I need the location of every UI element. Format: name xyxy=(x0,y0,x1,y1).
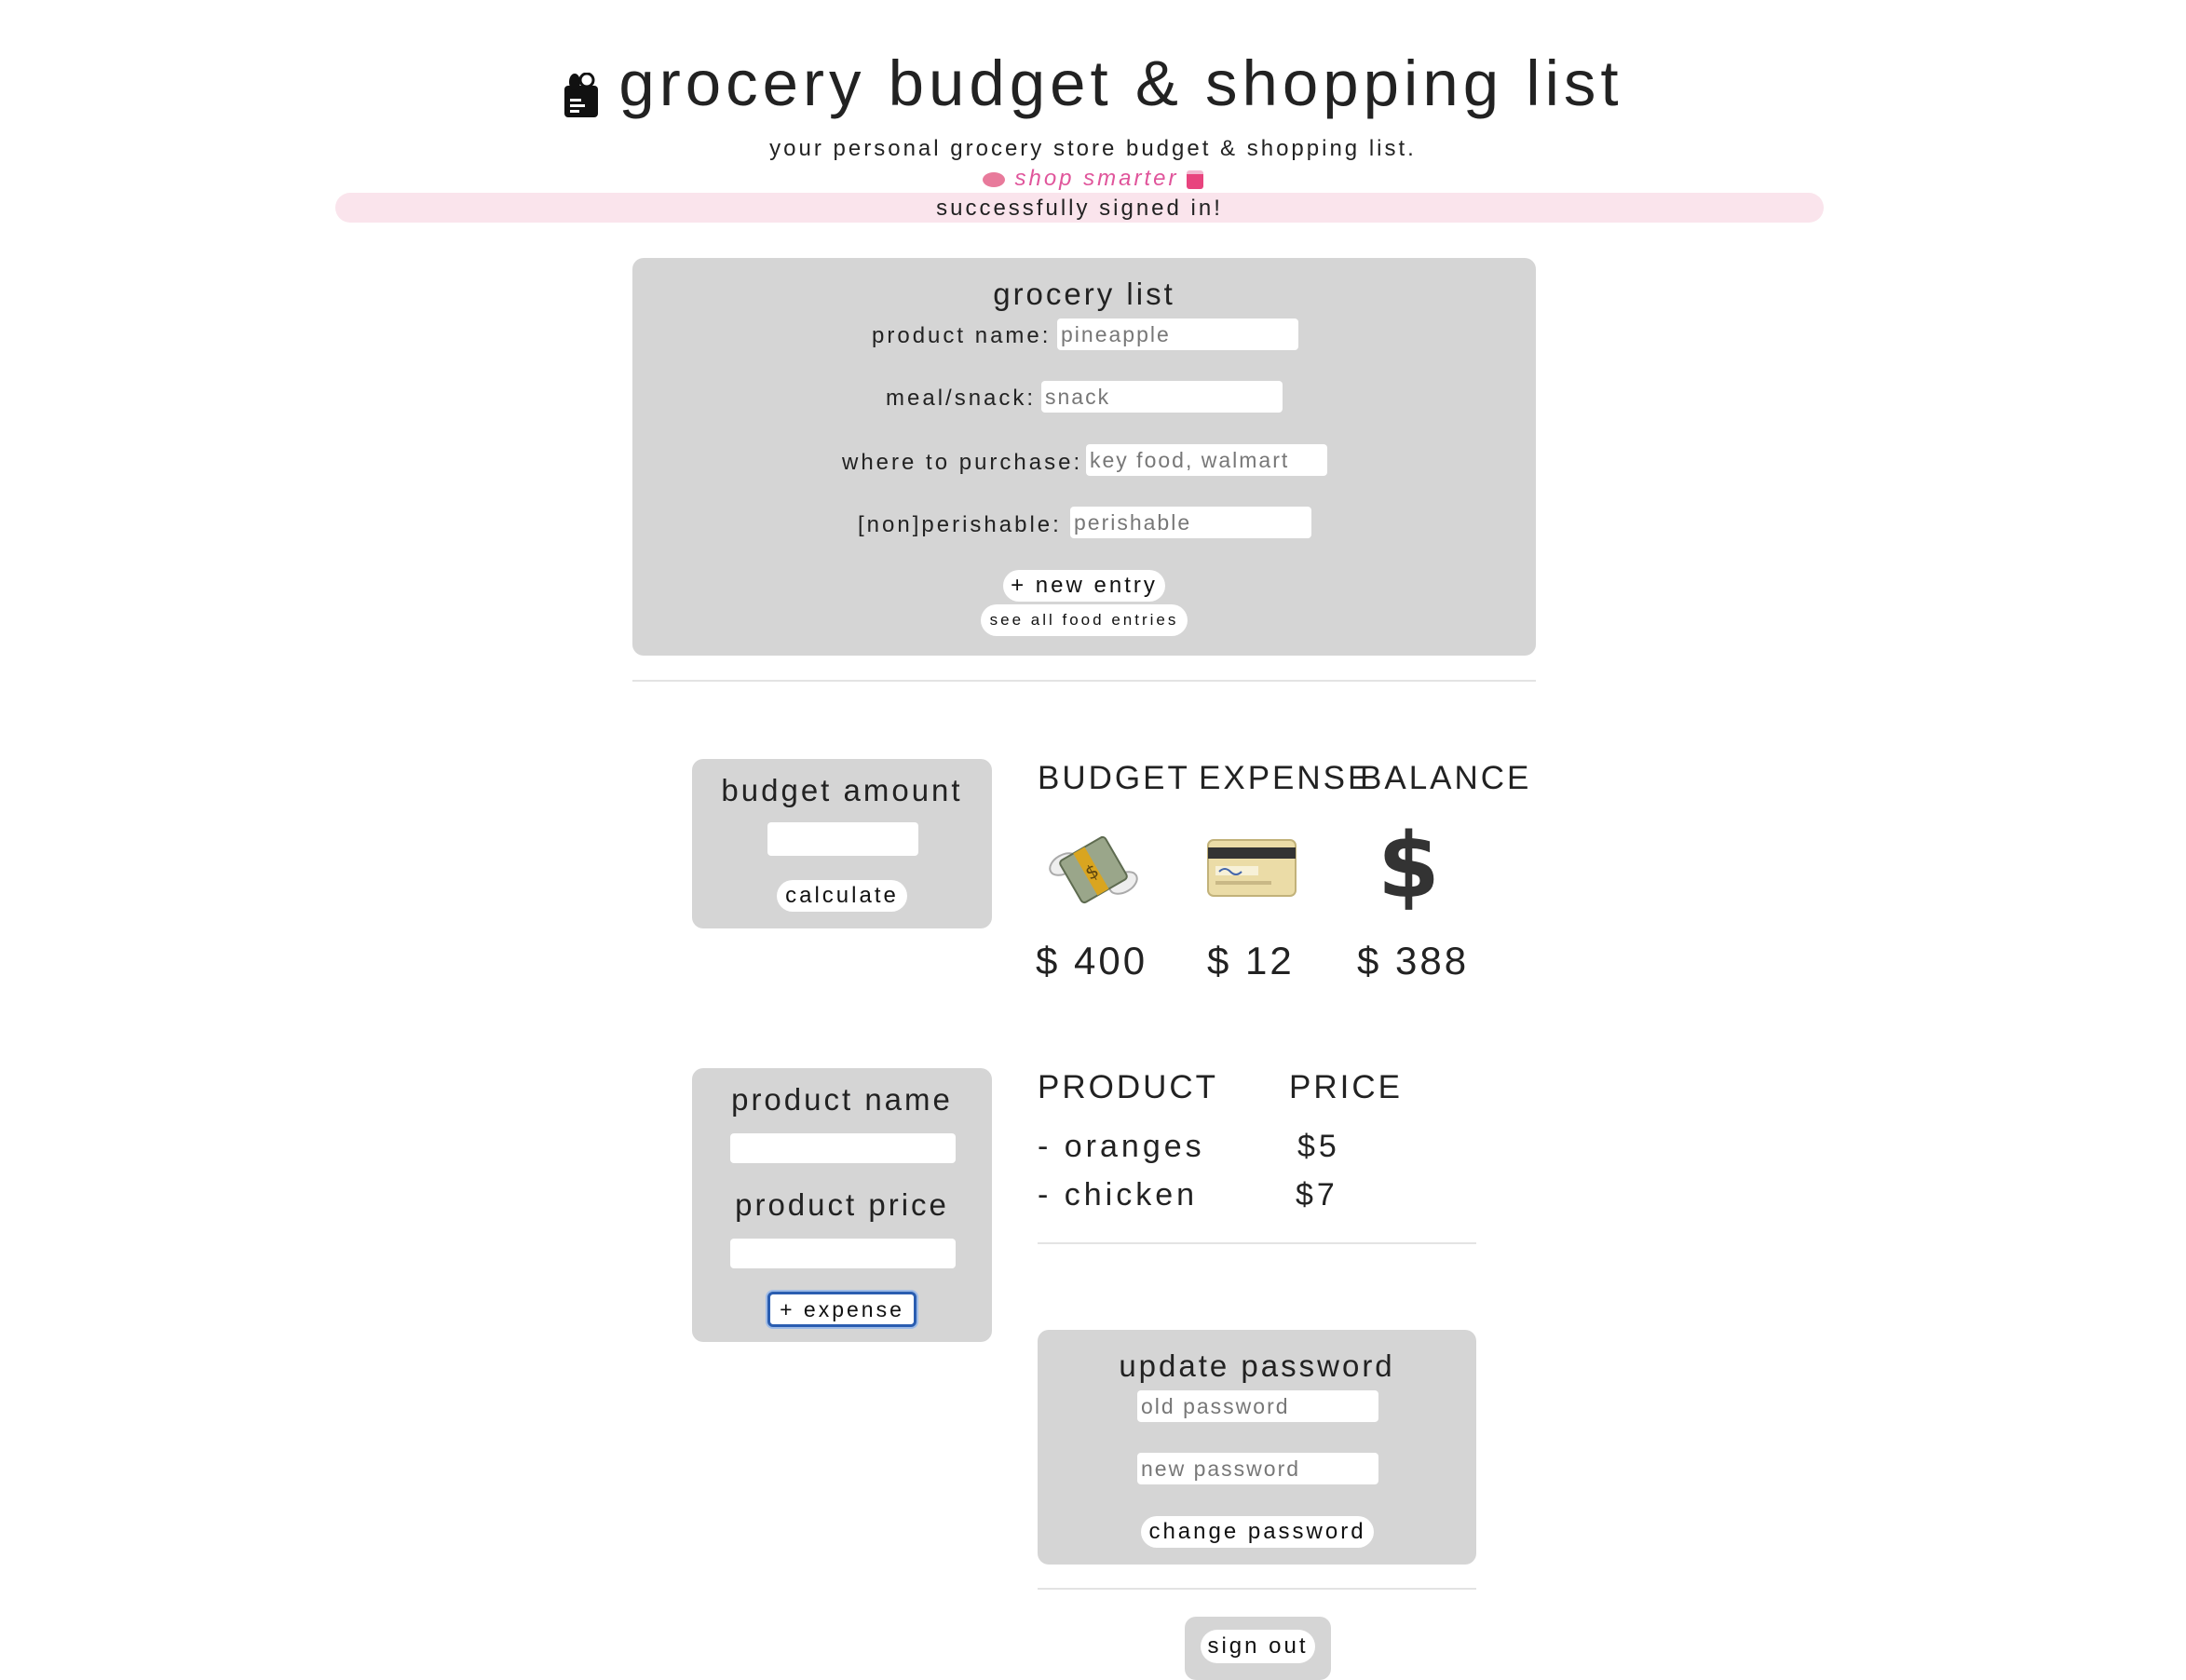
brain-icon xyxy=(983,171,1006,187)
product-name-heading: product name xyxy=(731,1082,953,1117)
budget-amount-input[interactable] xyxy=(767,822,918,856)
status-banner: successfully signed in! xyxy=(335,193,1824,223)
grocery-list-panel: grocery list product name: meal/snack: w… xyxy=(632,258,1536,656)
product-name-label: product name: xyxy=(872,323,1052,348)
product-price-heading: product price xyxy=(735,1187,949,1222)
budget-amount-value: $ 400 xyxy=(1036,939,1148,982)
new-password-input[interactable] xyxy=(1137,1453,1378,1484)
expense-product-name-input[interactable] xyxy=(730,1133,956,1163)
expense-column-label: EXPENSE xyxy=(1199,760,1373,796)
meal-snack-input[interactable] xyxy=(1041,381,1283,413)
tagline-text: shop smarter xyxy=(1014,166,1179,191)
expense-row-product: - oranges xyxy=(1038,1129,1205,1164)
expense-row-price: $5 xyxy=(1297,1129,1340,1164)
sign-out-button[interactable]: sign out xyxy=(1201,1630,1315,1663)
balance-column-label: BALANCE xyxy=(1360,760,1532,796)
page-subtitle: your personal grocery store budget & sho… xyxy=(769,136,1417,161)
expense-row-product: - chicken xyxy=(1038,1177,1199,1213)
balance-amount-value: $ 388 xyxy=(1357,939,1470,982)
see-all-entries-button[interactable]: see all food entries xyxy=(981,604,1188,636)
title-text: grocery budget & shopping list xyxy=(618,47,1623,119)
add-expense-button[interactable]: + expense xyxy=(767,1292,916,1327)
shopping-bags-icon xyxy=(1186,169,1203,189)
sign-out-panel: sign out xyxy=(1185,1617,1331,1680)
price-column-header: PRICE xyxy=(1289,1069,1403,1105)
product-column-header: PRODUCT xyxy=(1038,1069,1219,1105)
credit-card-icon xyxy=(1206,836,1297,904)
perishable-label: [non]perishable: xyxy=(858,512,1062,537)
new-entry-button[interactable]: + new entry xyxy=(1003,570,1165,602)
budget-column-label: BUDGET xyxy=(1038,760,1190,796)
grocery-list-heading: grocery list xyxy=(993,277,1175,311)
perishable-input[interactable] xyxy=(1070,507,1311,538)
change-password-button[interactable]: change password xyxy=(1141,1516,1374,1548)
budget-amount-heading: budget amount xyxy=(721,773,963,807)
divider xyxy=(1038,1588,1476,1590)
calculate-button[interactable]: calculate xyxy=(777,880,907,912)
old-password-input[interactable] xyxy=(1137,1390,1378,1422)
expense-row-price: $7 xyxy=(1296,1177,1338,1213)
expense-product-price-input[interactable] xyxy=(730,1239,956,1268)
where-to-purchase-label: where to purchase: xyxy=(842,450,1083,475)
where-to-purchase-input[interactable] xyxy=(1086,444,1327,476)
page-title: grocery budget & shopping list xyxy=(0,47,2186,120)
divider xyxy=(632,680,1536,682)
update-password-heading: update password xyxy=(1119,1348,1395,1383)
product-name-input[interactable] xyxy=(1057,318,1298,350)
budget-amount-panel: budget amount calculate xyxy=(692,759,992,928)
money-with-wings-icon: $ xyxy=(1047,827,1140,915)
divider xyxy=(1038,1242,1476,1244)
add-expense-panel: product name product price + expense xyxy=(692,1068,992,1342)
grocery-bag-icon xyxy=(563,61,600,117)
dollar-sign-icon: $ xyxy=(1378,814,1440,918)
expense-amount-value: $ 12 xyxy=(1207,939,1295,982)
meal-snack-label: meal/snack: xyxy=(886,386,1037,411)
tagline: shop smarter xyxy=(0,166,2186,192)
update-password-panel: update password change password xyxy=(1038,1330,1476,1565)
